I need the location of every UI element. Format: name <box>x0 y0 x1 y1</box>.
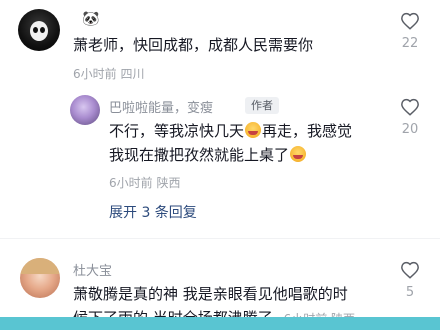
comment-text: 不行，等我凉快几天 再走，我感觉 <box>109 120 352 142</box>
comment-username[interactable]: 杜大宝 <box>73 260 112 279</box>
heart-outline-icon <box>401 98 419 116</box>
comment-list: 🐼 萧老师，快回成都，成都人民需要你 6小时前 四川 22 巴啦啦能量，变瘦 作… <box>0 0 440 330</box>
avatar[interactable] <box>20 258 60 298</box>
author-badge: 作者 <box>245 97 279 114</box>
comment-text: 我现在撒把孜然就能上桌了 <box>109 144 307 166</box>
comment-location: 陕西 <box>156 176 181 190</box>
comment-time: 6小时前 <box>73 67 117 81</box>
divider <box>0 238 440 239</box>
like-count: 20 <box>401 122 419 137</box>
crying-emoji-icon <box>290 146 307 162</box>
heart-outline-icon <box>401 12 419 30</box>
panda-face <box>30 21 48 41</box>
avatar[interactable] <box>18 9 60 51</box>
crying-emoji-icon <box>245 122 262 138</box>
like-count: 5 <box>405 285 415 300</box>
comment-text-part: 我现在撒把孜然就能上桌了 <box>109 146 290 164</box>
comment-text: 萧老师，快回成都，成都人民需要你 <box>73 36 314 54</box>
avatar[interactable] <box>70 95 100 125</box>
bottom-bar <box>0 317 440 330</box>
comment-text-part: 不行，等我凉快几天 <box>109 122 245 140</box>
comment-meta: 6小时前 四川 <box>73 65 144 82</box>
avatar-hat <box>20 258 60 274</box>
comment-location: 四川 <box>120 67 145 81</box>
comment-username[interactable]: 巴啦啦能量，变瘦 <box>109 97 213 116</box>
like-count: 22 <box>401 36 419 51</box>
comment-text-part: 再走，我感觉 <box>262 122 353 140</box>
like-button[interactable]: 5 <box>395 261 425 300</box>
heart-outline-icon <box>401 261 419 279</box>
expand-replies-link[interactable]: 展开 3 条回复 <box>109 202 197 222</box>
comment-meta: 6小时前 陕西 <box>109 174 180 191</box>
comment-text: 萧敬腾是真的神 我是亲眼看见他唱歌的时 <box>73 285 348 303</box>
like-button[interactable]: 20 <box>395 98 425 137</box>
comment-time: 6小时前 <box>109 176 153 190</box>
like-button[interactable]: 22 <box>395 12 425 51</box>
panda-emoji-icon: 🐼 <box>82 11 100 27</box>
